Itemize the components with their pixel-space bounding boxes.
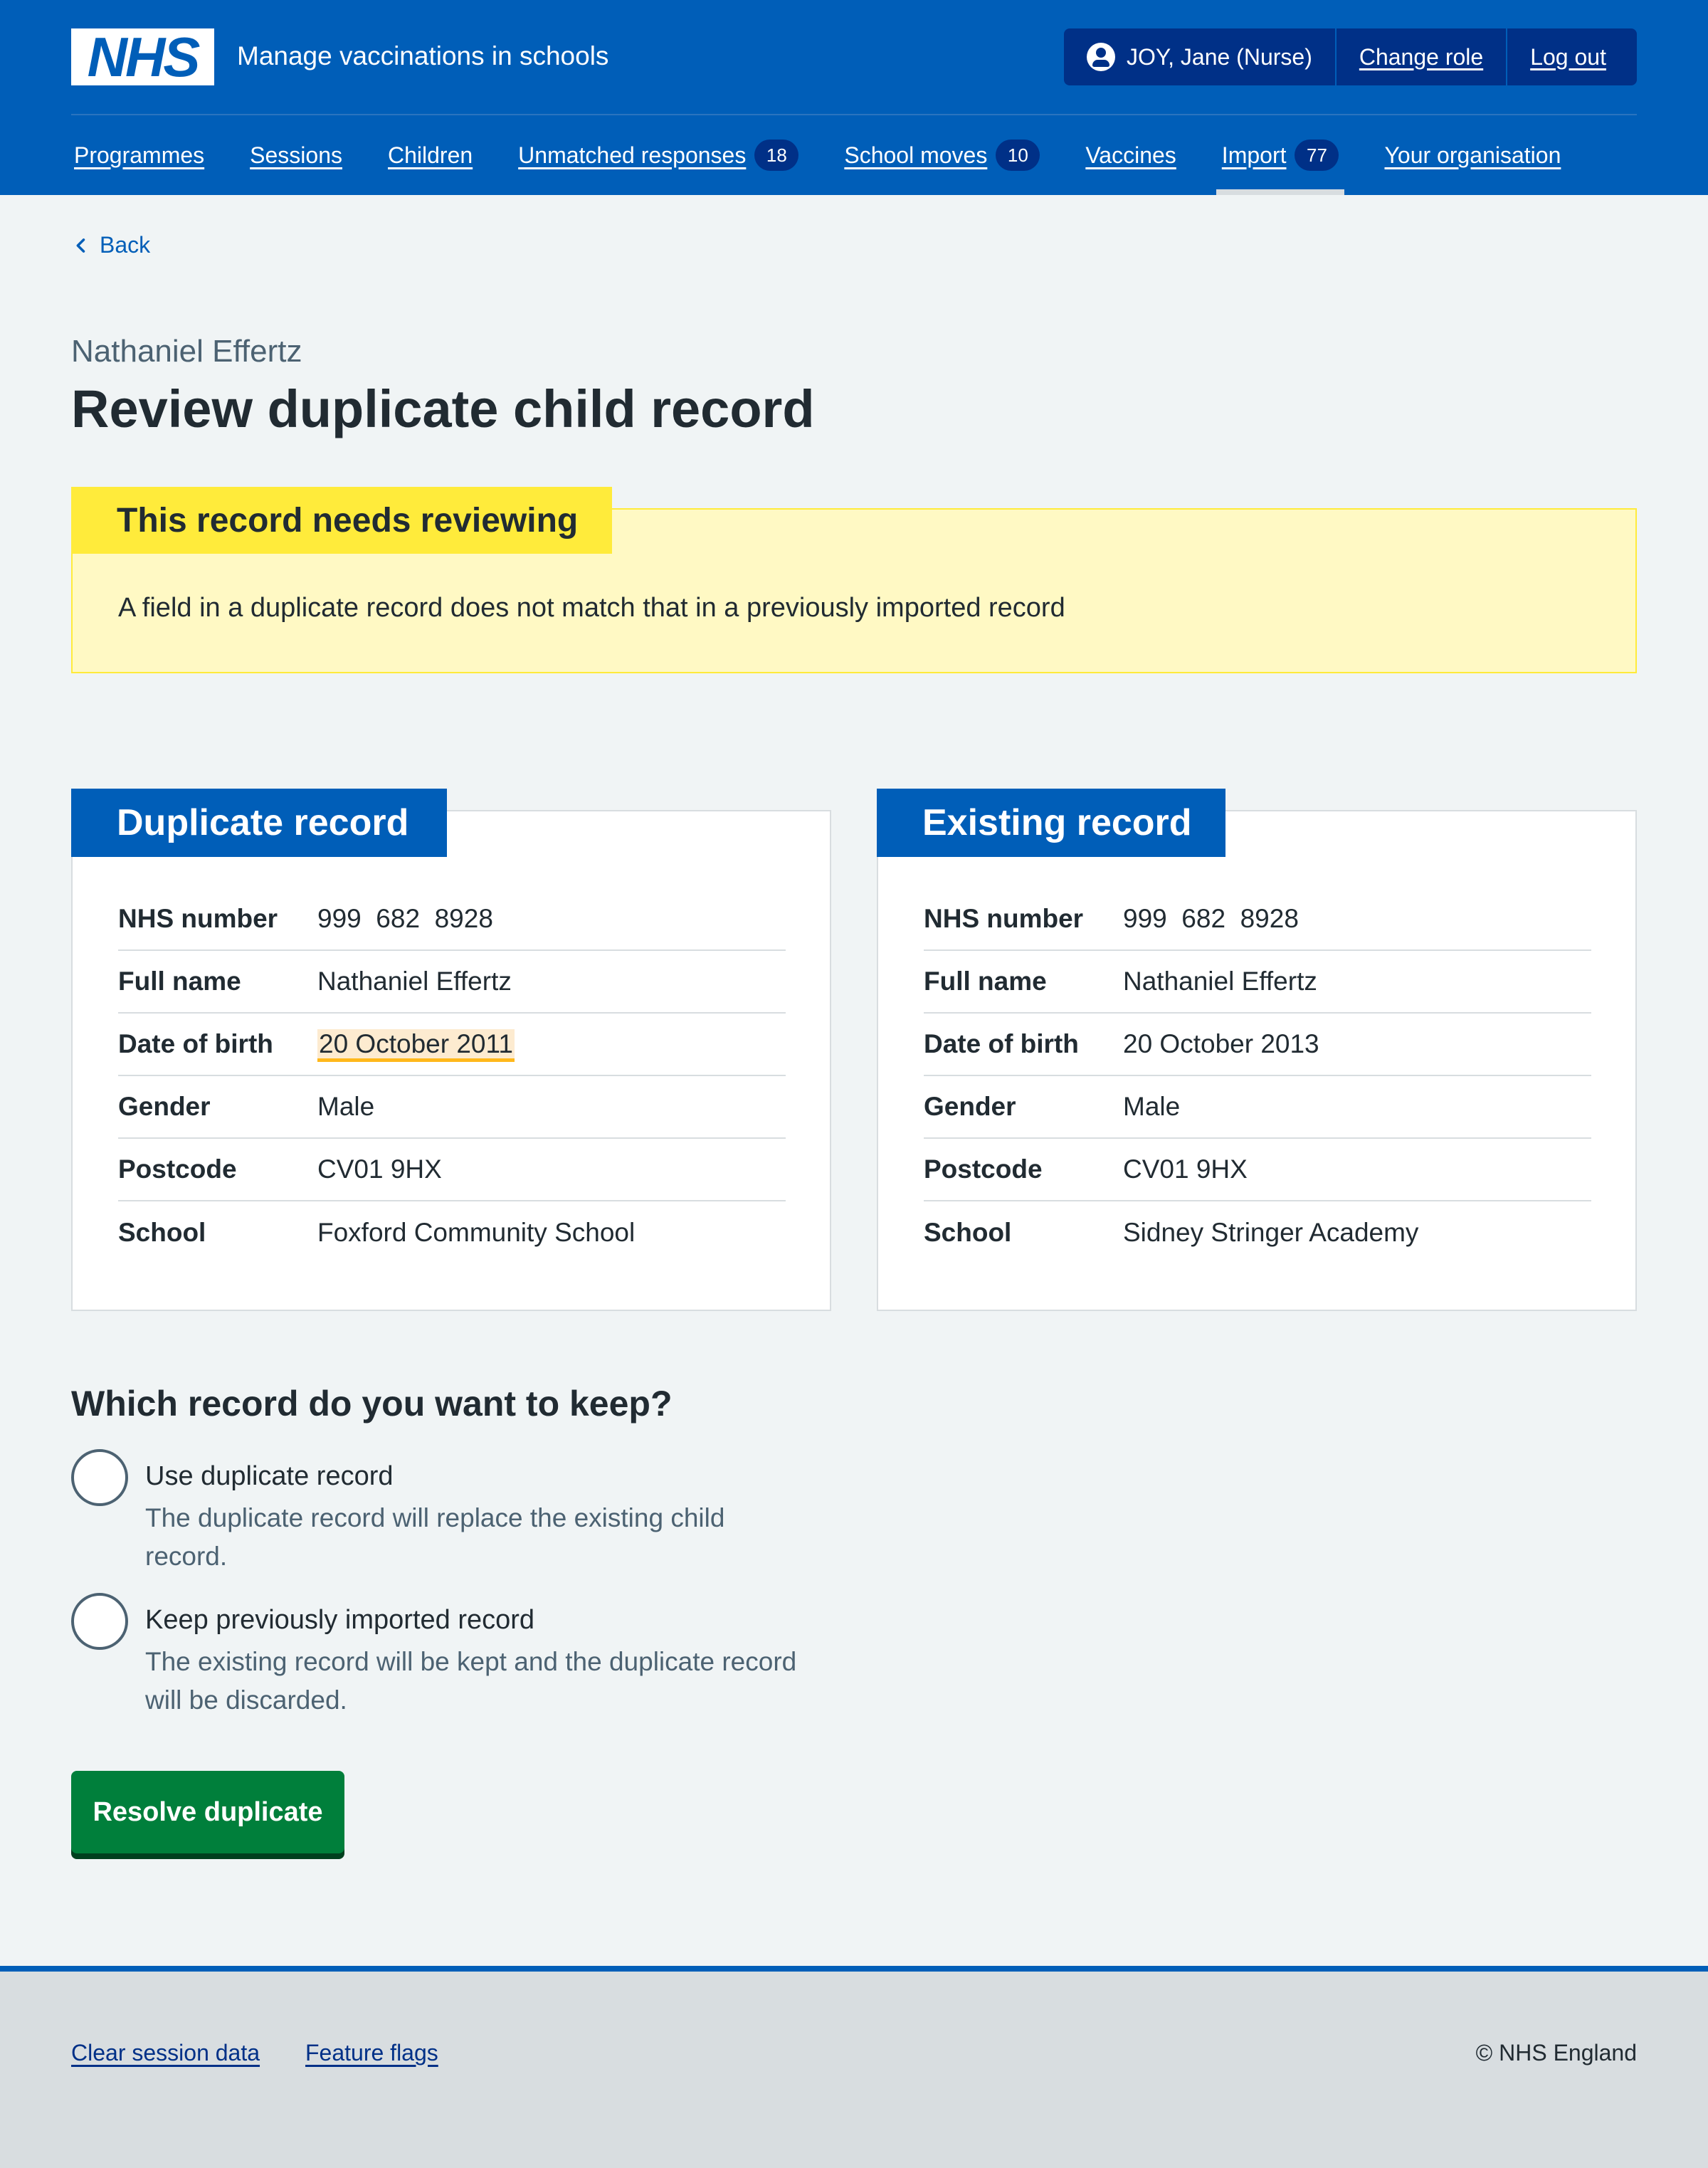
resolve-duplicate-button[interactable]: Resolve duplicate: [71, 1771, 344, 1853]
summary-value: Male: [1123, 1092, 1181, 1121]
summary-row: Postcode CV01 9HX: [118, 1139, 786, 1201]
nav-item-unmatched-responses[interactable]: Unmatched responses 18: [515, 115, 801, 195]
summary-value: Male: [317, 1092, 375, 1121]
back-link-label: Back: [100, 232, 151, 258]
warning-text: A field in a duplicate record does not m…: [118, 593, 1065, 623]
summary-key: Full name: [118, 967, 241, 996]
import-count-badge: 77: [1295, 140, 1339, 171]
copyright-text: © NHS England: [1475, 2040, 1637, 2066]
user-icon: [1087, 43, 1115, 71]
change-role-link[interactable]: Change role: [1359, 44, 1483, 70]
school-moves-count-badge: 10: [996, 140, 1040, 171]
chevron-left-icon: [76, 238, 85, 253]
summary-row: Gender Male: [924, 1076, 1591, 1139]
radio-use-duplicate-label[interactable]: Use duplicate record: [145, 1459, 800, 1493]
warning-heading: This record needs reviewing: [71, 487, 612, 554]
mismatch-highlighted-value: 20 October 2011: [317, 1029, 515, 1062]
page-title: Review duplicate child record: [71, 379, 815, 438]
log-out-link[interactable]: Log out: [1530, 44, 1606, 70]
summary-row: School Sidney Stringer Academy: [924, 1201, 1591, 1264]
summary-key: NHS number: [118, 904, 278, 933]
summary-value: 999 682 8928: [1123, 904, 1299, 933]
summary-row: Full name Nathaniel Effertz: [924, 951, 1591, 1014]
primary-navigation: Programmes Sessions Children Unmatched r…: [71, 115, 1603, 195]
summary-key: Gender: [924, 1092, 1016, 1121]
duplicate-record-summary: NHS number 999 682 8928 Full name Nathan…: [118, 888, 786, 1264]
summary-row: Postcode CV01 9HX: [924, 1139, 1591, 1201]
nav-item-programmes[interactable]: Programmes: [71, 115, 207, 195]
nav-item-your-organisation[interactable]: Your organisation: [1381, 115, 1564, 195]
nhs-logo[interactable]: NHS: [71, 28, 214, 85]
page-caption: Nathaniel Effertz: [71, 334, 302, 369]
nav-item-vaccines[interactable]: Vaccines: [1082, 115, 1179, 195]
nav-item-sessions[interactable]: Sessions: [247, 115, 345, 195]
summary-key: Date of birth: [118, 1029, 273, 1058]
account-log-out: Log out: [1507, 28, 1629, 85]
summary-row: Date of birth 20 October 2013: [924, 1014, 1591, 1076]
existing-record-summary: NHS number 999 682 8928 Full name Nathan…: [924, 888, 1591, 1264]
summary-key: School: [118, 1218, 206, 1247]
summary-key: Postcode: [924, 1154, 1043, 1184]
summary-row: Gender Male: [118, 1076, 786, 1139]
radio-keep-existing-hint: The existing record will be kept and the…: [145, 1647, 797, 1715]
feature-flags-link[interactable]: Feature flags: [305, 2040, 438, 2066]
nav-link-school-moves[interactable]: School moves: [844, 142, 987, 169]
summary-key: Gender: [118, 1092, 211, 1121]
summary-key: Full name: [924, 967, 1047, 996]
radio-keep-existing[interactable]: Keep previously imported record The exis…: [71, 1593, 800, 1720]
nav-link-import[interactable]: Import: [1222, 142, 1287, 169]
radio-use-duplicate[interactable]: Use duplicate record The duplicate recor…: [71, 1449, 800, 1576]
summary-row: NHS number 999 682 8928: [924, 888, 1591, 951]
summary-value: Foxford Community School: [317, 1218, 636, 1247]
account-bar: JOY, Jane (Nurse) Change role Log out: [1064, 28, 1637, 85]
clear-session-data-link[interactable]: Clear session data: [71, 2040, 260, 2066]
summary-value: Nathaniel Effertz: [317, 967, 512, 996]
summary-value: Sidney Stringer Academy: [1123, 1218, 1419, 1247]
record-choice-question: Which record do you want to keep?: [71, 1384, 673, 1424]
radio-use-duplicate-hint: The duplicate record will replace the ex…: [145, 1503, 725, 1571]
nav-link-sessions[interactable]: Sessions: [250, 142, 342, 169]
account-change-role: Change role: [1337, 28, 1508, 85]
nav-link-unmatched-responses[interactable]: Unmatched responses: [518, 142, 746, 169]
summary-value: 999 682 8928: [317, 904, 493, 933]
nav-link-your-organisation[interactable]: Your organisation: [1384, 142, 1561, 169]
radio-keep-existing-label[interactable]: Keep previously imported record: [145, 1603, 800, 1637]
nav-item-school-moves[interactable]: School moves 10: [841, 115, 1043, 195]
summary-value: CV01 9HX: [1123, 1154, 1248, 1184]
summary-row: School Foxford Community School: [118, 1201, 786, 1264]
existing-record-heading: Existing record: [877, 789, 1225, 857]
summary-row: Date of birth 20 October 2011: [118, 1014, 786, 1076]
radio-keep-existing-text: Keep previously imported record The exis…: [145, 1593, 800, 1720]
account-user-name: JOY, Jane (Nurse): [1127, 43, 1312, 70]
account-user: JOY, Jane (Nurse): [1064, 28, 1337, 85]
radio-use-duplicate-input[interactable]: [71, 1449, 128, 1506]
summary-key: Date of birth: [924, 1029, 1079, 1058]
unmatched-responses-count-badge: 18: [754, 140, 799, 171]
radio-use-duplicate-text: Use duplicate record The duplicate recor…: [145, 1449, 800, 1576]
service-name[interactable]: Manage vaccinations in schools: [237, 40, 608, 73]
summary-key: Postcode: [118, 1154, 237, 1184]
nav-link-programmes[interactable]: Programmes: [74, 142, 204, 169]
summary-row: Full name Nathaniel Effertz: [118, 951, 786, 1014]
duplicate-record-heading: Duplicate record: [71, 789, 447, 857]
nhs-logo-text: NHS: [87, 26, 201, 88]
nav-item-children[interactable]: Children: [385, 115, 475, 195]
summary-value: Nathaniel Effertz: [1123, 967, 1317, 996]
nav-item-import[interactable]: Import 77: [1216, 115, 1345, 195]
nav-link-vaccines[interactable]: Vaccines: [1085, 142, 1176, 169]
radio-keep-existing-input[interactable]: [71, 1593, 128, 1650]
summary-key: School: [924, 1218, 1012, 1247]
site-header: NHS Manage vaccinations in schools JOY, …: [0, 0, 1708, 195]
summary-row: NHS number 999 682 8928: [118, 888, 786, 951]
nav-link-children[interactable]: Children: [388, 142, 473, 169]
site-footer: Clear session data Feature flags © NHS E…: [0, 1966, 1708, 2168]
back-link[interactable]: Back: [71, 232, 150, 258]
summary-key: NHS number: [924, 904, 1084, 933]
summary-value: CV01 9HX: [317, 1154, 442, 1184]
summary-value: 20 October 2013: [1123, 1029, 1319, 1058]
